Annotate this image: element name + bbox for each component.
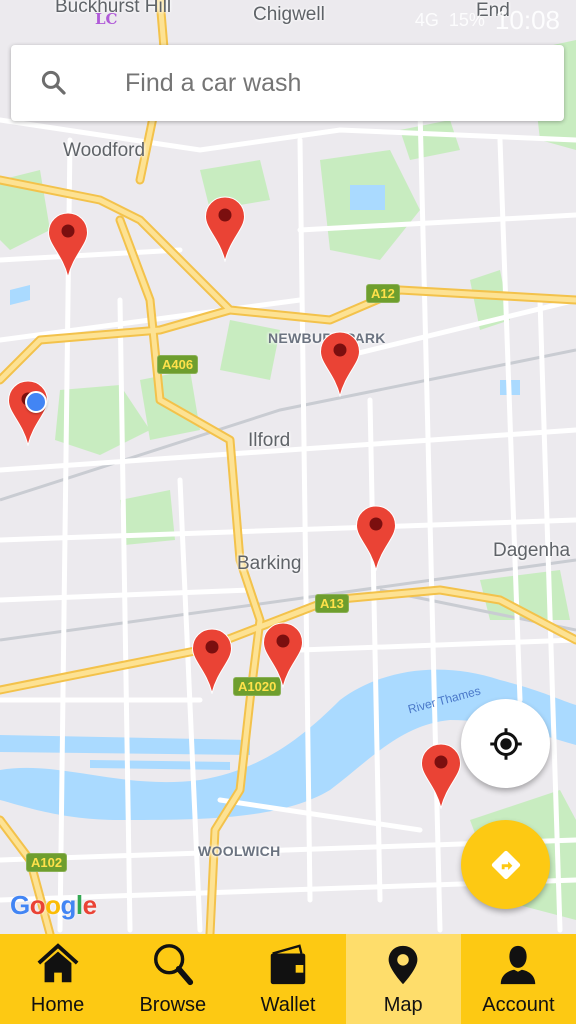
user-location-dot: [25, 391, 47, 413]
nav-item-account[interactable]: Account: [461, 934, 576, 1024]
car-wash-marker[interactable]: [262, 622, 304, 689]
marker-pin-icon: [47, 212, 89, 279]
marker-pin-icon: [204, 196, 246, 263]
nav-label: Wallet: [260, 994, 316, 1016]
place-label: Woodford: [63, 140, 146, 161]
directions-icon: [491, 850, 520, 879]
marker-pin-icon: [355, 505, 397, 572]
marker-pin-icon: [262, 622, 304, 689]
road-shield: A12: [366, 284, 400, 303]
marker-pin-icon: [319, 331, 361, 398]
car-wash-marker[interactable]: [355, 505, 397, 572]
directions-button[interactable]: [461, 820, 550, 909]
nav-label: Browse: [139, 994, 207, 1016]
marker-pin-icon: [7, 380, 49, 447]
car-wash-marker[interactable]: [420, 743, 462, 810]
road-shield: A102: [26, 853, 68, 872]
car-wash-marker[interactable]: [204, 196, 246, 263]
nav-item-home[interactable]: Home: [0, 934, 115, 1024]
network-indicator: 4G: [414, 9, 439, 30]
nav-item-browse[interactable]: Browse: [115, 934, 230, 1024]
place-label: Barking: [237, 553, 302, 574]
bottom-navigation: Home Browse Wallet Map Account: [0, 934, 576, 1024]
clock: 10:08: [494, 4, 560, 35]
my-location-button[interactable]: [461, 699, 550, 788]
search-bar[interactable]: [11, 45, 564, 121]
notification-badge: LC: [95, 10, 118, 28]
map-pin-icon: [388, 945, 418, 985]
search-icon: [41, 70, 66, 95]
place-label: Dagenha: [493, 540, 571, 561]
home-icon: [37, 943, 79, 983]
marker-pin-icon: [191, 628, 233, 695]
marker-pin-icon: [420, 743, 462, 810]
nav-item-map[interactable]: Map: [345, 934, 461, 1024]
road-shield: A13: [315, 594, 349, 613]
wallet-icon: [270, 944, 306, 985]
search-icon: [153, 944, 193, 986]
nav-label: Map: [383, 994, 423, 1016]
nav-label: Account: [482, 994, 555, 1016]
car-wash-marker[interactable]: [7, 380, 49, 447]
account-icon: [501, 945, 536, 985]
search-input[interactable]: [125, 68, 505, 98]
status-bar: 4G 15% 10:08: [0, 0, 576, 40]
crosshair-icon: [489, 727, 522, 760]
nav-item-wallet[interactable]: Wallet: [230, 934, 345, 1024]
battery-percent: 15%: [448, 9, 485, 30]
road-shield: A406: [157, 355, 199, 374]
place-label: WOOLWICH: [198, 843, 281, 859]
google-logo: Google: [10, 890, 97, 920]
nav-label: Home: [30, 994, 85, 1016]
car-wash-marker[interactable]: [319, 331, 361, 398]
place-label: Ilford: [248, 430, 291, 451]
car-wash-marker[interactable]: [191, 628, 233, 695]
car-wash-marker[interactable]: [47, 212, 89, 279]
map-view[interactable]: Buckhurst Hill Chigwell End Woodford NEW…: [0, 0, 576, 934]
